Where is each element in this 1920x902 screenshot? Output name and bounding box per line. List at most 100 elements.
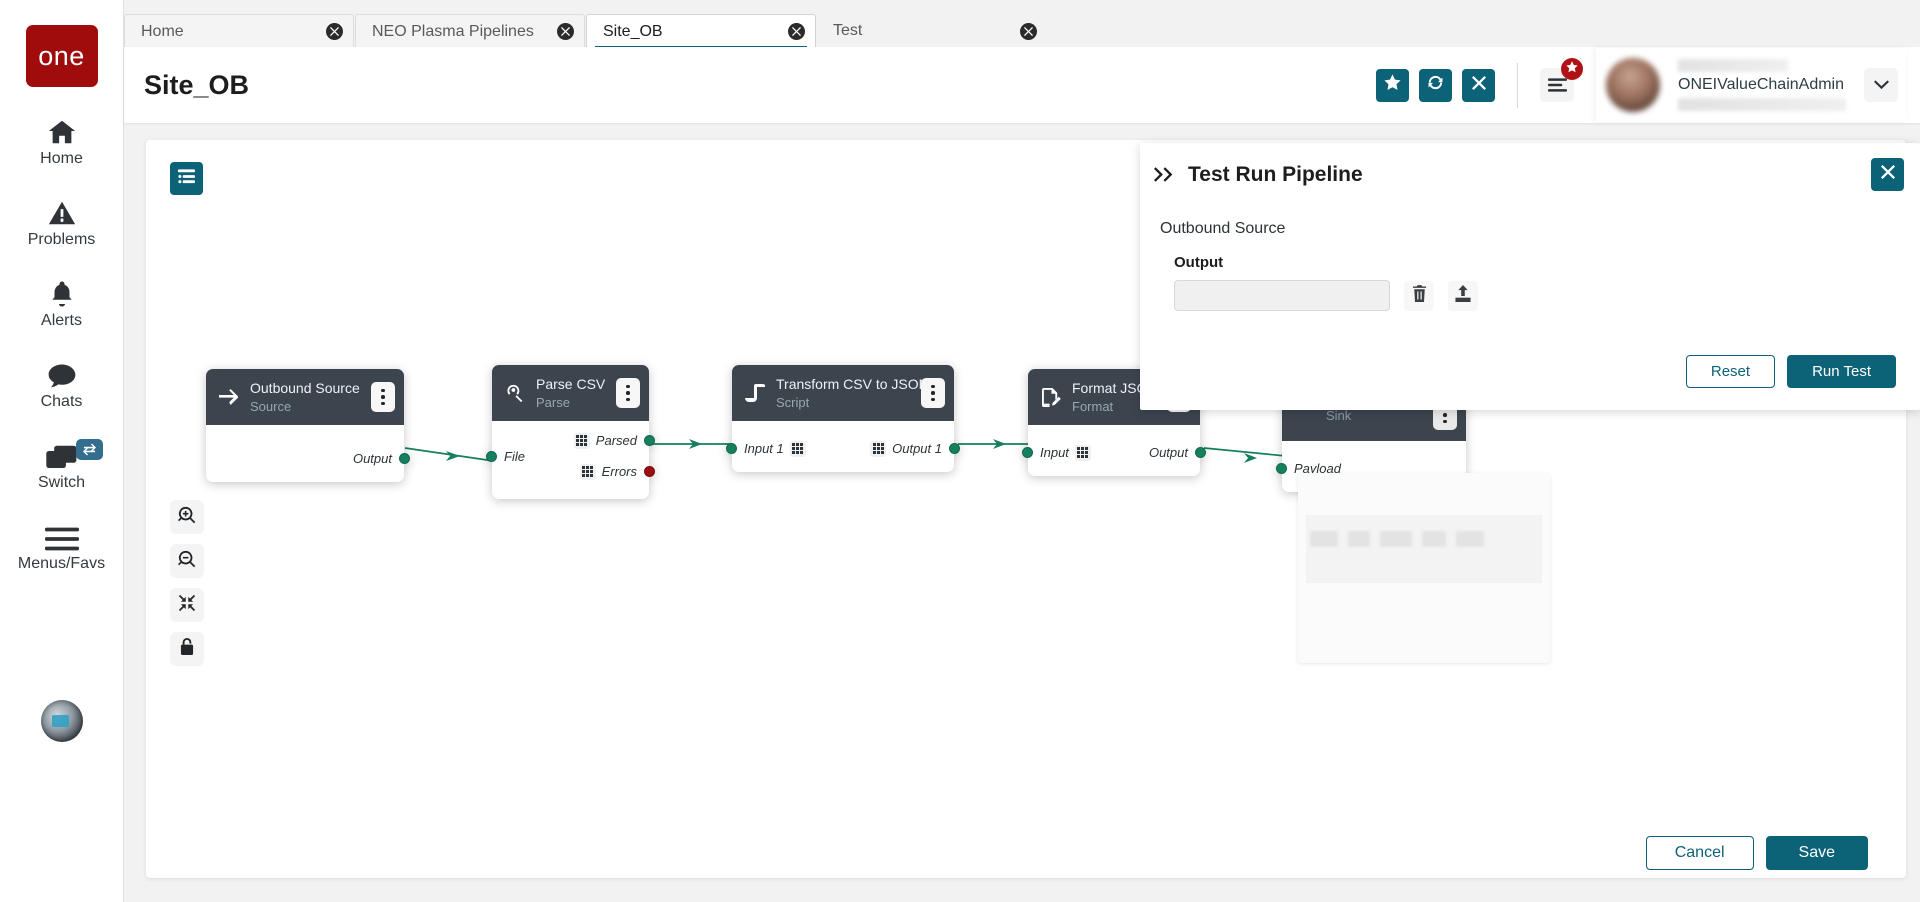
pipeline-node-outbound-source[interactable]: Outbound Source Source Output <box>206 369 410 482</box>
node-port-output[interactable]: Output <box>206 445 410 472</box>
panel-header: Test Run Pipeline <box>1140 143 1920 206</box>
lock-button[interactable] <box>170 632 204 666</box>
sidebar-item-switch[interactable]: Switch <box>0 433 123 492</box>
swap-arrows-icon[interactable] <box>76 439 103 460</box>
node-port-output-1[interactable]: Output 1 <box>732 435 960 462</box>
refresh-button[interactable] <box>1419 68 1452 102</box>
node-subtitle: Source <box>250 399 292 414</box>
port-connector-dot[interactable] <box>949 443 960 454</box>
node-subtitle: Script <box>776 395 810 410</box>
close-icon[interactable] <box>788 23 805 40</box>
port-connector-dot[interactable] <box>644 466 655 477</box>
rail-avatar[interactable] <box>40 700 83 742</box>
sidebar-item-home[interactable]: Home <box>0 109 123 168</box>
panel-actions: Reset Run Test <box>1160 355 1898 388</box>
node-menu-button[interactable] <box>616 378 640 408</box>
avatar <box>1606 58 1660 112</box>
tab-site-ob[interactable]: Site_OB <box>586 14 816 48</box>
bottom-action-bar: Cancel Save <box>1645 836 1868 870</box>
panel-title: Test Run Pipeline <box>1188 162 1363 186</box>
zoom-in-button[interactable] <box>170 500 204 534</box>
user-name-redacted <box>1678 59 1788 72</box>
port-connector-dot[interactable] <box>644 435 655 446</box>
test-run-pipeline-panel: Test Run Pipeline Outbound Source Output <box>1140 143 1920 410</box>
brand-logo[interactable]: one <box>25 25 98 87</box>
node-header: Parse CSV Parse <box>492 365 649 421</box>
fit-to-screen-button[interactable] <box>170 588 204 622</box>
delete-output-button[interactable] <box>1404 280 1434 311</box>
node-body: Output <box>206 425 410 482</box>
magnifier-plus-icon <box>178 506 196 529</box>
double-chevron-right-icon[interactable] <box>1140 167 1188 182</box>
node-header: Outbound Source Source <box>206 369 404 425</box>
grid-icon <box>573 432 590 449</box>
run-test-button[interactable]: Run Test <box>1787 355 1896 388</box>
cancel-button[interactable]: Cancel <box>1645 836 1754 870</box>
user-org-redacted <box>1678 98 1846 111</box>
x-icon <box>1880 165 1895 184</box>
canvas-zoom-toolbar <box>170 500 204 666</box>
header-menu-button[interactable] <box>1540 58 1583 102</box>
chevron-down-icon[interactable] <box>1864 68 1898 102</box>
favorite-button[interactable] <box>1376 68 1409 102</box>
tab-list: Home NEO Plasma Pipelines Site_OB Test <box>124 14 1048 48</box>
warning-triangle-icon <box>45 190 79 228</box>
output-input[interactable] <box>1174 280 1390 311</box>
background-form-chips <box>1310 531 1484 547</box>
chip <box>1456 531 1484 547</box>
grid-icon <box>870 440 887 457</box>
port-connector-dot[interactable] <box>1195 447 1206 458</box>
close-icon[interactable] <box>326 23 343 40</box>
sidebar-item-menus-favs[interactable]: Menus/Favs <box>0 514 123 573</box>
node-title: Parse CSV <box>536 376 606 392</box>
chat-bubble-icon <box>46 352 78 390</box>
refresh-icon <box>1427 74 1444 96</box>
trash-icon <box>1412 284 1427 307</box>
tab-neo-plasma-pipelines[interactable]: NEO Plasma Pipelines <box>355 14 585 48</box>
left-nav-rail: one Home Problems Alerts Chats Switch Me… <box>0 0 124 902</box>
close-icon[interactable] <box>557 23 574 40</box>
sidebar-item-chats[interactable]: Chats <box>0 352 123 411</box>
node-title: Outbound Source <box>250 380 360 396</box>
panel-section-label: Outbound Source <box>1160 220 1286 237</box>
reset-button[interactable]: Reset <box>1685 355 1776 388</box>
close-button[interactable] <box>1462 68 1495 102</box>
tab-test-label: Test <box>833 22 863 39</box>
sidebar-item-chats-label: Chats <box>40 393 83 410</box>
sidebar-item-problems[interactable]: Problems <box>0 190 123 249</box>
node-port-label: Output <box>1148 445 1188 460</box>
collapse-arrows-icon <box>178 594 196 617</box>
pipeline-node-transform-csv-to-json[interactable]: Transform CSV to JSON Script Input 1 Out… <box>726 365 960 472</box>
zoom-out-button[interactable] <box>170 544 204 578</box>
upload-icon <box>1455 284 1471 307</box>
node-titles: Outbound Source Source <box>250 380 371 414</box>
pipeline-node-parse-csv[interactable]: Parse CSV Parse Parsed Errors File <box>486 365 655 499</box>
tab-neo-plasma-pipelines-label: NEO Plasma Pipelines <box>372 22 534 40</box>
format-pen-icon <box>1040 387 1062 407</box>
page-title: Site_OB <box>144 69 250 100</box>
port-connector-dot[interactable] <box>486 451 497 462</box>
save-button[interactable]: Save <box>1765 836 1868 870</box>
sidebar-item-alerts[interactable]: Alerts <box>0 271 123 330</box>
user-profile-card[interactable]: ONEIValueChainAdmin <box>1596 48 1906 122</box>
node-port-label: File <box>504 449 525 464</box>
node-port-file[interactable]: File <box>486 443 525 470</box>
node-port-output[interactable]: Output <box>1028 439 1206 466</box>
arrow-right-icon <box>218 389 240 405</box>
port-connector-dot[interactable] <box>1276 463 1287 474</box>
node-menu-button[interactable] <box>371 382 395 412</box>
tab-test[interactable]: Test <box>817 14 1047 48</box>
port-connector-dot[interactable] <box>399 453 410 464</box>
node-menu-button[interactable] <box>921 378 945 408</box>
node-titles: Parse CSV Parse <box>536 376 616 410</box>
sidebar-item-alerts-label: Alerts <box>41 312 82 329</box>
upload-output-button[interactable] <box>1448 280 1478 311</box>
tab-home[interactable]: Home <box>124 14 354 48</box>
star-icon <box>1566 60 1578 78</box>
chip <box>1422 531 1446 547</box>
sidebar-item-menus-favs-label: Menus/Favs <box>17 555 106 572</box>
close-icon[interactable] <box>1020 22 1037 40</box>
node-subtitle: Sink <box>1326 408 1352 423</box>
canvas-list-button[interactable] <box>170 162 203 195</box>
panel-close-button[interactable] <box>1871 158 1904 191</box>
